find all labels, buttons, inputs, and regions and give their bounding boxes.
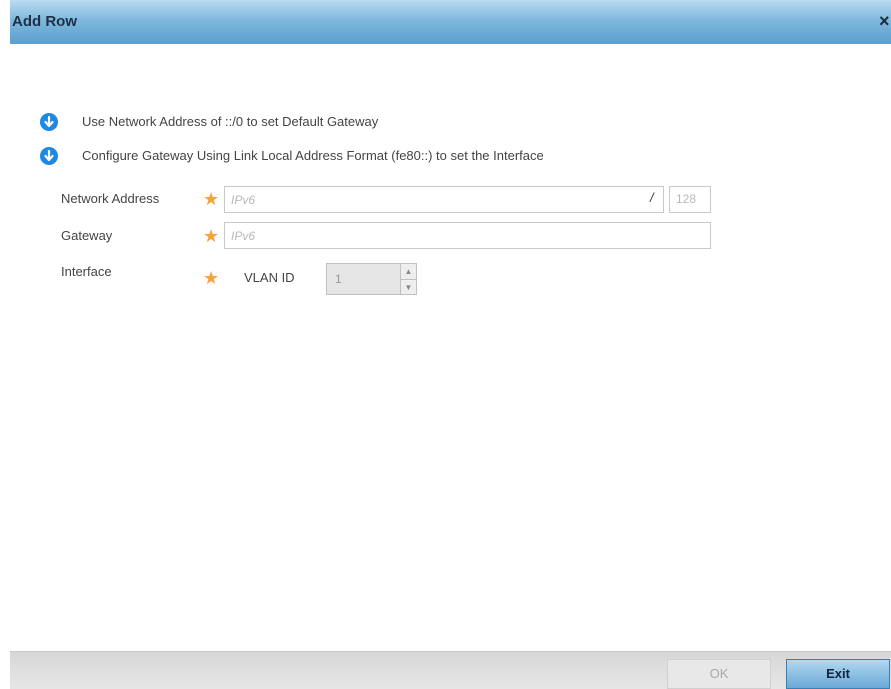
prefix-separator: / (650, 190, 654, 205)
exit-button[interactable]: Exit (786, 659, 890, 689)
network-address-label: Network Address (61, 191, 160, 206)
gateway-label: Gateway (61, 228, 113, 243)
required-star-icon: ★ (203, 268, 220, 288)
arrow-down-circle-icon (40, 147, 58, 165)
arrow-down-circle-icon (40, 113, 58, 131)
interface-label: Interface (61, 264, 112, 279)
chevron-down-icon[interactable]: ▼ (401, 279, 416, 295)
network-address-input[interactable] (224, 186, 664, 213)
prefix-length-field[interactable]: 128 (669, 186, 711, 213)
info-note-text: Use Network Address of ::/0 to set Defau… (82, 114, 379, 129)
required-star-icon: ★ (203, 226, 220, 246)
dialog-titlebar: Add Row × (10, 0, 891, 44)
dialog-title: Add Row (12, 13, 77, 30)
gateway-input[interactable] (224, 222, 711, 249)
chevron-up-icon[interactable]: ▲ (401, 264, 416, 279)
ok-button[interactable]: OK (667, 659, 771, 689)
info-note-text: Configure Gateway Using Link Local Addre… (82, 148, 544, 163)
vlan-id-stepper[interactable]: ▲ ▼ (401, 263, 417, 295)
required-star-icon: ★ (203, 189, 220, 209)
close-icon[interactable]: × (879, 12, 891, 30)
vlan-id-input[interactable] (326, 263, 401, 295)
vlan-id-label: VLAN ID (244, 270, 295, 285)
